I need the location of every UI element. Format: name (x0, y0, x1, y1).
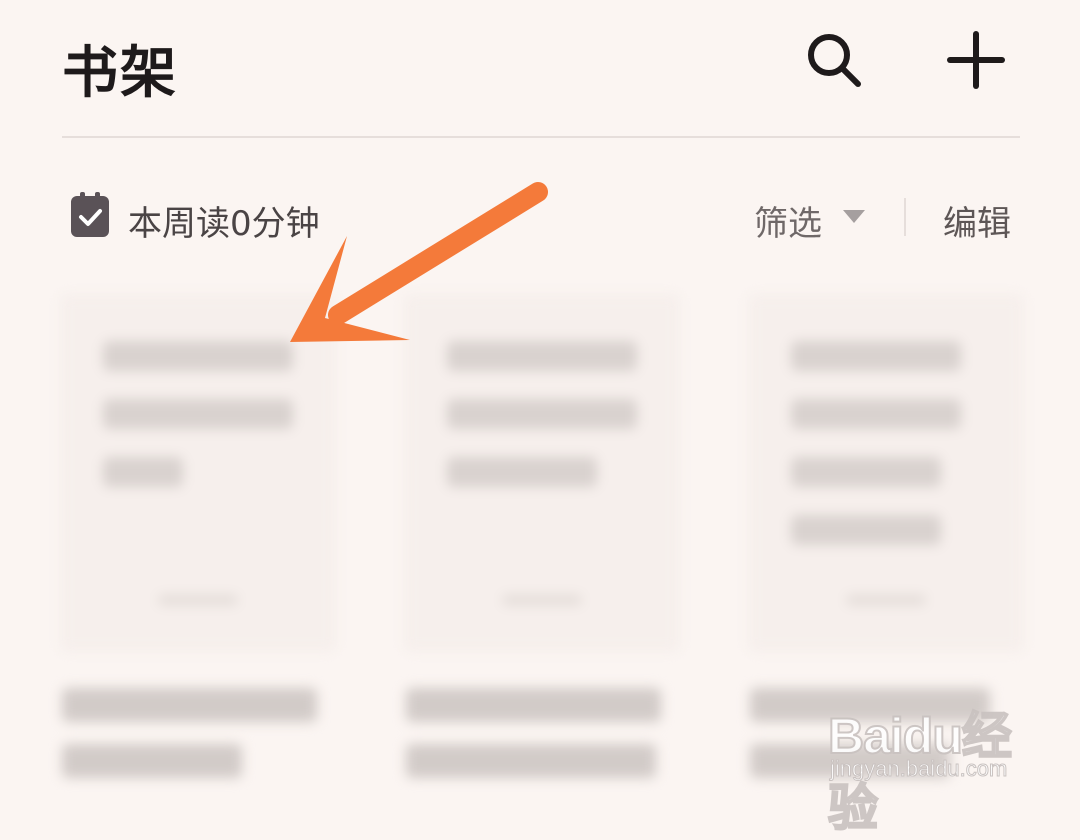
search-button[interactable] (802, 28, 866, 92)
weekly-reading-time: 本周读0分钟 (128, 204, 320, 244)
filter-button[interactable]: 筛选 (754, 196, 822, 245)
plus-icon (947, 31, 1005, 89)
calendar-check-icon (71, 192, 109, 237)
reading-stats-row: 本周读0分钟 筛选 编辑 (62, 190, 1020, 246)
book-cover[interactable] (62, 296, 334, 650)
toolbar-separator (904, 198, 906, 236)
search-icon (808, 34, 861, 87)
add-button[interactable] (944, 28, 1008, 92)
book-title-placeholder (62, 744, 242, 778)
book-title-placeholder (406, 744, 656, 778)
page-title: 书架 (62, 41, 178, 106)
edit-button[interactable]: 编辑 (943, 196, 1011, 245)
watermark-url: jingyan.baidu.com (829, 756, 1008, 782)
header-divider (62, 136, 1020, 138)
watermark: Baidu经验 jingyan.baidu.com (827, 688, 1028, 837)
app-header: 书架 (0, 0, 1080, 138)
caret-down-icon[interactable] (843, 210, 865, 224)
book-title-placeholder (406, 688, 661, 722)
book-cover[interactable] (406, 296, 678, 650)
book-title-placeholder (62, 688, 317, 722)
book-cover[interactable] (750, 296, 1022, 650)
